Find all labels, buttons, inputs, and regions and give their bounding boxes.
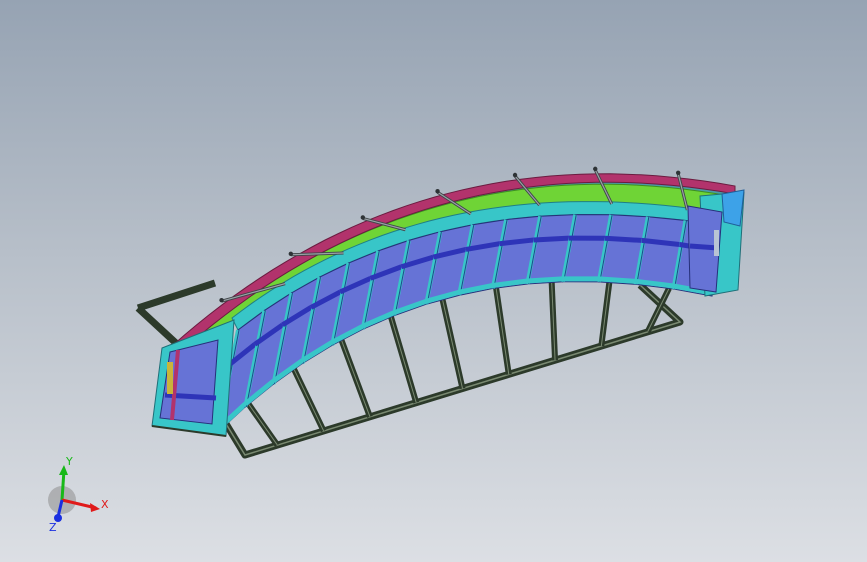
frame-crossbar-highlight [340,339,371,417]
reference-triad[interactable]: X Y Z [30,445,120,535]
panel-bottom-plate [527,276,563,284]
right-end-stiffener [689,243,719,251]
frame-crossbar-highlight [293,368,325,432]
frame-top-left-arm [136,279,217,312]
brace-cap [675,170,681,175]
panel-bays[interactable] [216,214,725,434]
brace-cap [219,297,224,303]
frame-left-arm [135,305,181,348]
frame-crossbar-highlight [495,287,510,375]
right-end-label-plate [714,230,719,256]
3d-model[interactable] [0,0,867,562]
frame-crossbar-highlight [390,316,417,403]
y-axis-label: Y [65,455,73,468]
graphics-viewport[interactable]: X Y Z [0,0,867,562]
brace-cap [435,189,440,194]
x-arrowhead [90,503,100,512]
brace-cap [288,251,294,256]
panel-stiffener [533,235,570,243]
z-axis-label: Z [49,521,57,534]
brace-cap [593,166,598,172]
frame-crossbar-highlight [248,403,278,446]
left-end-label-plate [167,362,173,394]
frame-crossbar-highlight [442,299,463,389]
brace-cap [360,215,366,220]
left-end-panel[interactable] [151,319,235,437]
x-axis-label: X [101,498,109,511]
brace-cap [512,172,518,178]
panel-bottom-plate [598,276,636,284]
right-end-cap [721,189,745,227]
panel-stiffener [604,235,642,243]
